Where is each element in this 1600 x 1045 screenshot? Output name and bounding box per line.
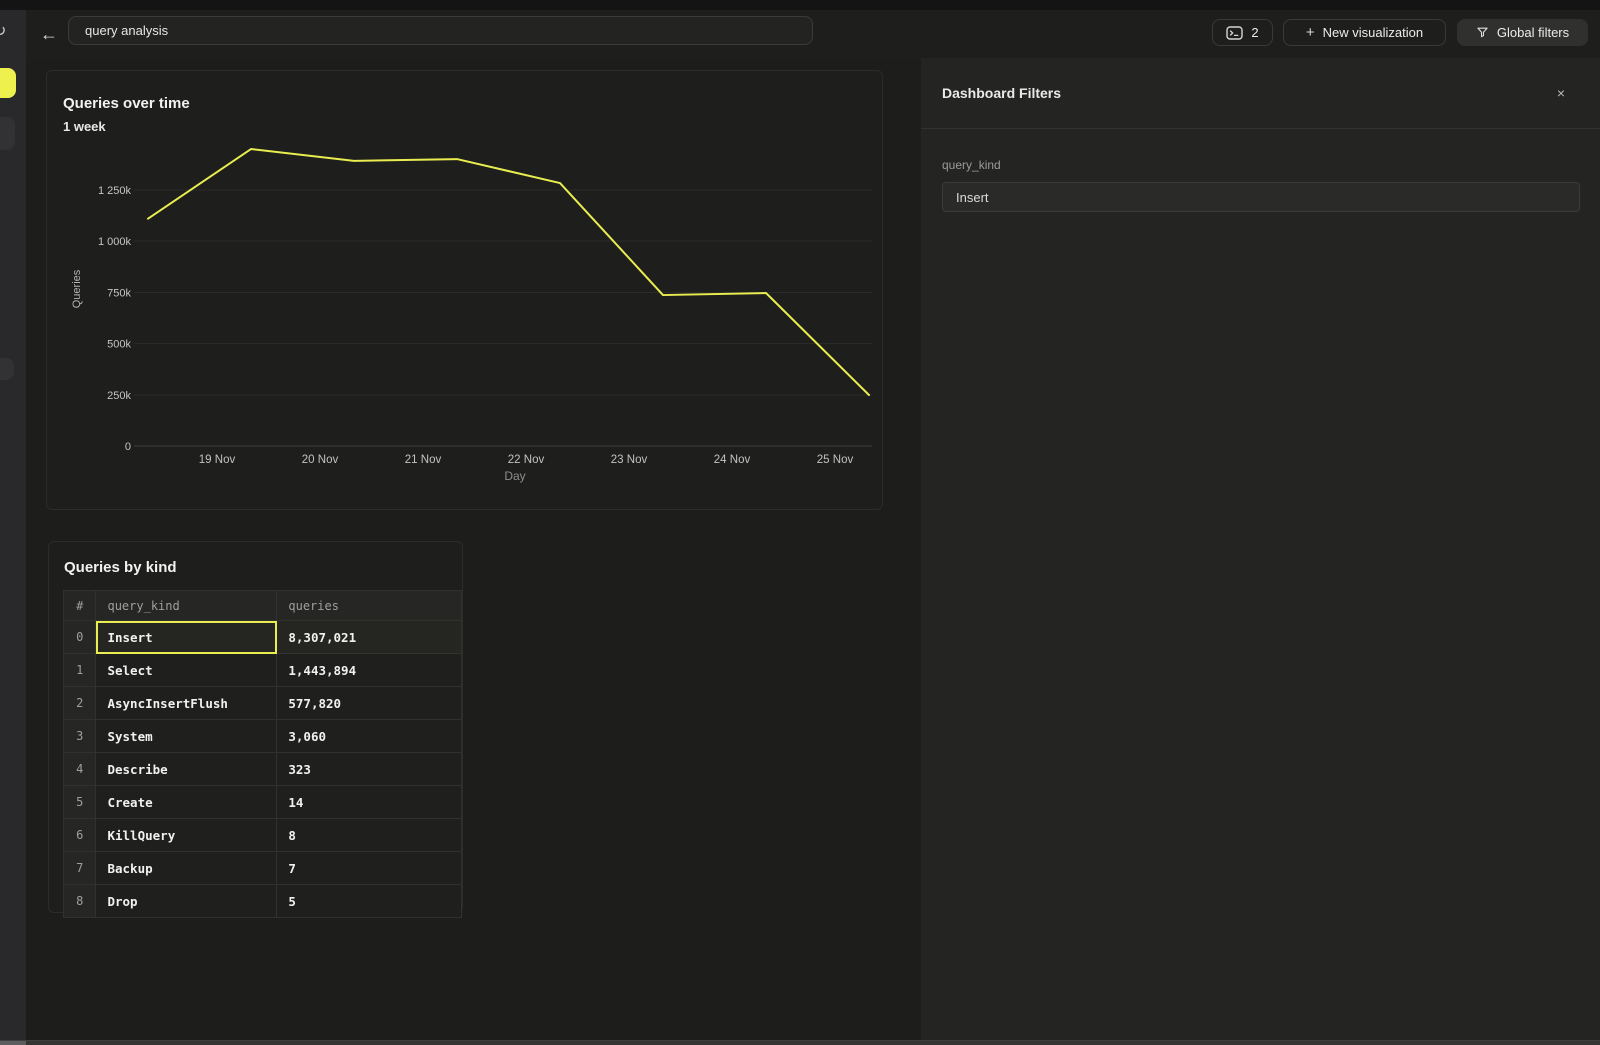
table-row: 0Insert8,307,021 xyxy=(64,621,462,654)
panel-divider xyxy=(921,128,1600,129)
queries-value-cell[interactable]: 8,307,021 xyxy=(277,621,462,654)
global-filters-button[interactable]: Global filters xyxy=(1457,19,1588,46)
funnel-icon xyxy=(1476,26,1489,39)
window-bottom-strip xyxy=(0,1040,1600,1045)
new-visualization-button[interactable]: + New visualization xyxy=(1283,19,1446,46)
close-icon: × xyxy=(1557,85,1565,101)
filters-panel-title: Dashboard Filters xyxy=(942,85,1061,101)
row-index-cell[interactable]: 6 xyxy=(64,819,96,852)
window-bottom-strip-left xyxy=(0,1041,26,1045)
queries-value-cell[interactable]: 14 xyxy=(277,786,462,819)
queries-table: # query_kind queries 0Insert8,307,0211Se… xyxy=(63,590,462,918)
queries-value-cell[interactable]: 323 xyxy=(277,753,462,786)
sidebar-item[interactable] xyxy=(0,358,14,380)
row-index-cell[interactable]: 1 xyxy=(64,654,96,687)
query-kind-cell[interactable]: Backup xyxy=(96,852,277,885)
queries-value-cell[interactable]: 7 xyxy=(277,852,462,885)
queries-by-kind-card: Queries by kind # query_kind queries 0In… xyxy=(48,541,463,913)
query-kind-cell[interactable]: System xyxy=(96,720,277,753)
svg-text:Queries: Queries xyxy=(71,269,83,308)
query-kind-cell[interactable]: Select xyxy=(96,654,277,687)
queries-table-body: 0Insert8,307,0211Select1,443,8942AsyncIn… xyxy=(64,621,462,918)
table-title: Queries by kind xyxy=(64,559,177,576)
table-row: 3System3,060 xyxy=(64,720,462,753)
svg-text:Day: Day xyxy=(504,469,525,483)
row-index-cell[interactable]: 3 xyxy=(64,720,96,753)
svg-text:1 250k: 1 250k xyxy=(98,185,132,197)
svg-text:24 Nov: 24 Nov xyxy=(714,454,751,466)
query-kind-cell[interactable]: KillQuery xyxy=(96,819,277,852)
back-button[interactable]: ← xyxy=(34,20,64,48)
svg-text:21 Nov: 21 Nov xyxy=(405,454,442,466)
queries-value-cell[interactable]: 577,820 xyxy=(277,687,462,720)
plus-icon: + xyxy=(1306,25,1315,40)
dashboard-title-input[interactable] xyxy=(68,16,813,45)
table-row: 4Describe323 xyxy=(64,753,462,786)
topbar: ← 2 + New visualization Global fi xyxy=(26,10,1600,58)
table-row: 8Drop5 xyxy=(64,885,462,918)
query-kind-cell[interactable]: Describe xyxy=(96,753,277,786)
svg-text:19 Nov: 19 Nov xyxy=(199,454,236,466)
queries-line-chart[interactable]: 0 250k 500k 750k 1 000k 1 250k 19 Nov 20 Nov 21 … xyxy=(47,71,882,509)
column-header-query-kind: query_kind xyxy=(96,591,277,621)
queries-value-cell[interactable]: 3,060 xyxy=(277,720,462,753)
table-row: 2AsyncInsertFlush577,820 xyxy=(64,687,462,720)
svg-text:500k: 500k xyxy=(107,339,131,351)
table-row: 1Select1,443,894 xyxy=(64,654,462,687)
svg-text:1 000k: 1 000k xyxy=(98,236,132,248)
row-index-cell[interactable]: 8 xyxy=(64,885,96,918)
svg-text:0: 0 xyxy=(125,441,131,453)
svg-text:25 Nov: 25 Nov xyxy=(817,454,854,466)
row-index-cell[interactable]: 7 xyxy=(64,852,96,885)
svg-text:20 Nov: 20 Nov xyxy=(302,454,339,466)
queries-over-time-card: Queries over time 1 week 0250k500k750k1 … xyxy=(46,70,883,510)
query-kind-filter-input[interactable] xyxy=(942,182,1580,212)
query-kind-cell[interactable]: Drop xyxy=(96,885,277,918)
app-window: ↻ ← 2 + New visualization xyxy=(0,0,1600,1045)
new-visualization-label: New visualization xyxy=(1323,25,1423,40)
query-kind-cell[interactable]: Insert xyxy=(96,621,277,654)
table-header-row: # query_kind queries xyxy=(64,591,462,621)
refresh-icon[interactable]: ↻ xyxy=(0,21,6,41)
window-top-strip xyxy=(0,0,1600,10)
global-filters-label: Global filters xyxy=(1497,25,1569,40)
queries-value-cell[interactable]: 1,443,894 xyxy=(277,654,462,687)
column-header-queries: queries xyxy=(277,591,462,621)
query-kind-cell[interactable]: AsyncInsertFlush xyxy=(96,687,277,720)
close-panel-button[interactable]: × xyxy=(1552,84,1570,102)
back-arrow-icon: ← xyxy=(40,24,58,44)
query-kind-cell[interactable]: Create xyxy=(96,786,277,819)
svg-text:22 Nov: 22 Nov xyxy=(508,454,545,466)
filter-field-label: query_kind xyxy=(942,158,1001,172)
table-row: 6KillQuery8 xyxy=(64,819,462,852)
svg-text:750k: 750k xyxy=(107,287,131,299)
dashboard-area: Queries over time 1 week 0250k500k750k1 … xyxy=(26,58,921,1040)
row-index-cell[interactable]: 4 xyxy=(64,753,96,786)
sql-console-icon xyxy=(1226,26,1243,40)
queries-value-cell[interactable]: 8 xyxy=(277,819,462,852)
table-row: 5Create14 xyxy=(64,786,462,819)
sidebar: ↻ xyxy=(0,10,27,1040)
queries-value-cell[interactable]: 5 xyxy=(277,885,462,918)
console-count-value: 2 xyxy=(1251,25,1258,40)
row-index-cell[interactable]: 0 xyxy=(64,621,96,654)
console-count-button[interactable]: 2 xyxy=(1212,19,1273,46)
svg-text:250k: 250k xyxy=(107,390,131,402)
dashboard-filters-panel: Dashboard Filters × query_kind xyxy=(921,58,1600,1040)
svg-text:23 Nov: 23 Nov xyxy=(611,454,648,466)
table-row: 7Backup7 xyxy=(64,852,462,885)
column-header-index: # xyxy=(64,591,96,621)
sidebar-item-active[interactable] xyxy=(0,68,16,98)
sidebar-item[interactable] xyxy=(0,117,15,150)
row-index-cell[interactable]: 2 xyxy=(64,687,96,720)
row-index-cell[interactable]: 5 xyxy=(64,786,96,819)
